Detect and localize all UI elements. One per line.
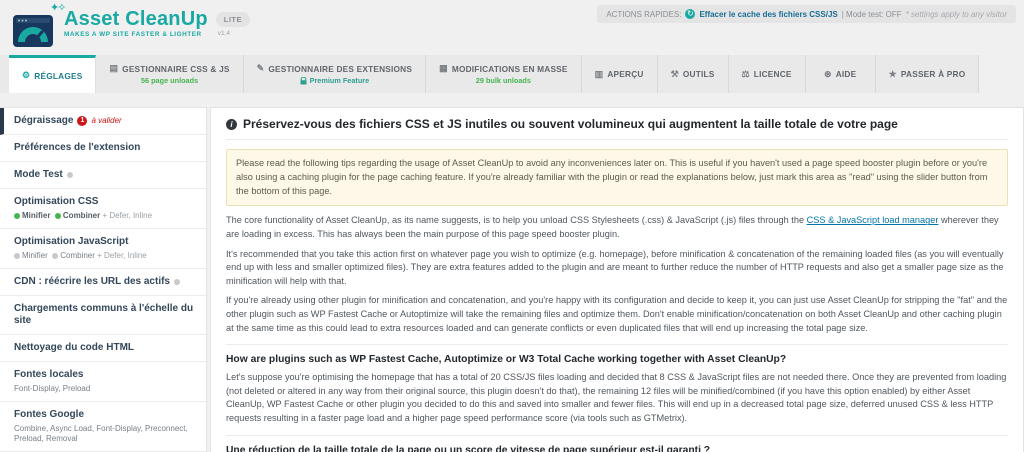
license-icon: ⚖ [742,69,750,80]
star-icon: ★ [889,69,897,80]
info-icon: i [226,119,237,130]
mode-test-status: | Mode test: OFF [842,10,902,19]
plugin-header: ✦✧ Asset CleanUp MAKES A WP SITE FASTER … [0,0,1024,55]
divider [226,344,1008,345]
lite-badge: LITE [216,12,250,27]
bulk-unloads-count: 29 bulk unloads [476,76,531,85]
plugin-tagline: MAKES A WP SITE FASTER & LIGHTER [64,31,208,38]
status-dot-off [52,253,58,259]
tab-help[interactable]: ⊛AIDE [806,55,876,93]
sidebar-item-test-mode[interactable]: Mode Test [0,162,206,189]
tab-css-js-manager[interactable]: ▤GESTIONNAIRE CSS & JS 56 page unloads [96,55,243,93]
tab-settings[interactable]: ⚙RÉGLAGES [9,55,96,93]
sidebar-item-js-optimisation[interactable]: Optimisation JavaScript Minifier Combine… [0,229,206,269]
status-dot-off [174,279,180,285]
settings-sidebar: Dégraissage 1 à valider Préférences de l… [0,107,207,452]
sidebar-item-html-cleanup[interactable]: Nettoyage du code HTML [0,335,206,362]
tab-bulk-changes[interactable]: ▦MODIFICATIONS EN MASSE 29 bulk unloads [426,55,582,93]
file-icon: ▤ [109,63,118,74]
divider [226,435,1008,436]
section-heading-guarantee: Une réduction de la taille totale de la … [226,445,1008,452]
wrench-icon: ⚒ [671,69,679,80]
status-dot-on [14,213,20,219]
life-ring-icon: ⊛ [824,69,832,80]
document-icon: ▥ [595,69,604,80]
speedometer-logo-icon [12,11,56,48]
sitemap-icon: ▦ [439,63,448,74]
main-column: i Préservez-vous des fichiers CSS et JS … [210,107,1024,452]
tab-overview[interactable]: ▥APERÇU [582,55,658,93]
to-validate-note: à valider [91,115,121,127]
tab-bar: ⚙RÉGLAGES ▤GESTIONNAIRE CSS & JS 56 page… [0,55,979,93]
sparkles-icon: ✦✧ [50,1,64,14]
panel-heading: i Préservez-vous des fichiers CSS et JS … [226,117,1008,140]
page-unloads-count: 56 page unloads [141,76,198,85]
paragraph-recommendation: It's recommended that you take this acti… [226,248,1008,289]
pencil-icon: ✎ [257,63,265,74]
logo: ✦✧ Asset CleanUp MAKES A WP SITE FASTER … [12,8,250,48]
sidebar-item-stripping-the-fat[interactable]: Dégraissage 1 à valider [0,108,206,135]
sidebar-item-plugin-preferences[interactable]: Préférences de l'extension [0,135,206,162]
quick-actions-label: ACTIONS RAPIDES: [606,10,681,19]
section-heading-cache-plugins: How are plugins such as WP Fastest Cache… [226,354,1008,365]
paragraph-core-functionality: The core functionality of Asset CleanUp,… [226,214,1008,241]
status-dot-on [55,213,61,219]
alert-count-badge: 1 [77,116,87,126]
paragraph-cache-plugins: Let's suppose you're optimising the home… [226,371,1008,425]
tab-plugins-manager[interactable]: ✎GESTIONNAIRE DES EXTENSIONS Premium Fea… [244,55,426,93]
sidebar-item-css-optimisation[interactable]: Optimisation CSS Minifier Combiner + Def… [0,189,206,229]
status-dot-off [67,172,73,178]
plugin-title: Asset CleanUp [64,8,208,30]
status-dot-off [14,253,20,259]
clear-cache-link[interactable]: Effacer le cache des fichiers CSS/JS [699,10,837,19]
refresh-icon: ↻ [685,9,695,19]
premium-feature-label: Premium Feature [310,76,370,85]
sidebar-item-local-fonts[interactable]: Fontes locales Font-Display, Preload [0,362,206,402]
mode-test-note: * settings apply to any visitor [906,10,1007,19]
tab-go-pro[interactable]: ★PASSER À PRO [876,55,980,93]
tab-license[interactable]: ⚖LICENCE [729,55,806,93]
quick-actions-bar: ACTIONS RAPIDES: ↻ Effacer le cache des … [597,5,1016,23]
version-label: v1.4 [218,30,230,37]
paragraph-other-plugins: If you're already using other plugin for… [226,294,1008,335]
gear-icon: ⚙ [22,70,30,81]
sidebar-item-site-wide-common-unloads[interactable]: Chargements communs à l'échelle du site [0,296,206,335]
lock-icon [300,77,307,85]
usage-tips-notice: Please read the following tips regarding… [226,149,1008,206]
settings-panel: i Préservez-vous des fichiers CSS et JS … [210,107,1024,452]
load-manager-link[interactable]: CSS & JavaScript load manager [807,215,939,225]
sidebar-item-cdn[interactable]: CDN : réécrire les URL des actifs [0,269,206,296]
tab-tools[interactable]: ⚒OUTILS [658,55,729,93]
sidebar-item-google-fonts[interactable]: Fontes Google Combine, Async Load, Font-… [0,402,206,452]
content-layout: Dégraissage 1 à valider Préférences de l… [0,107,1024,452]
